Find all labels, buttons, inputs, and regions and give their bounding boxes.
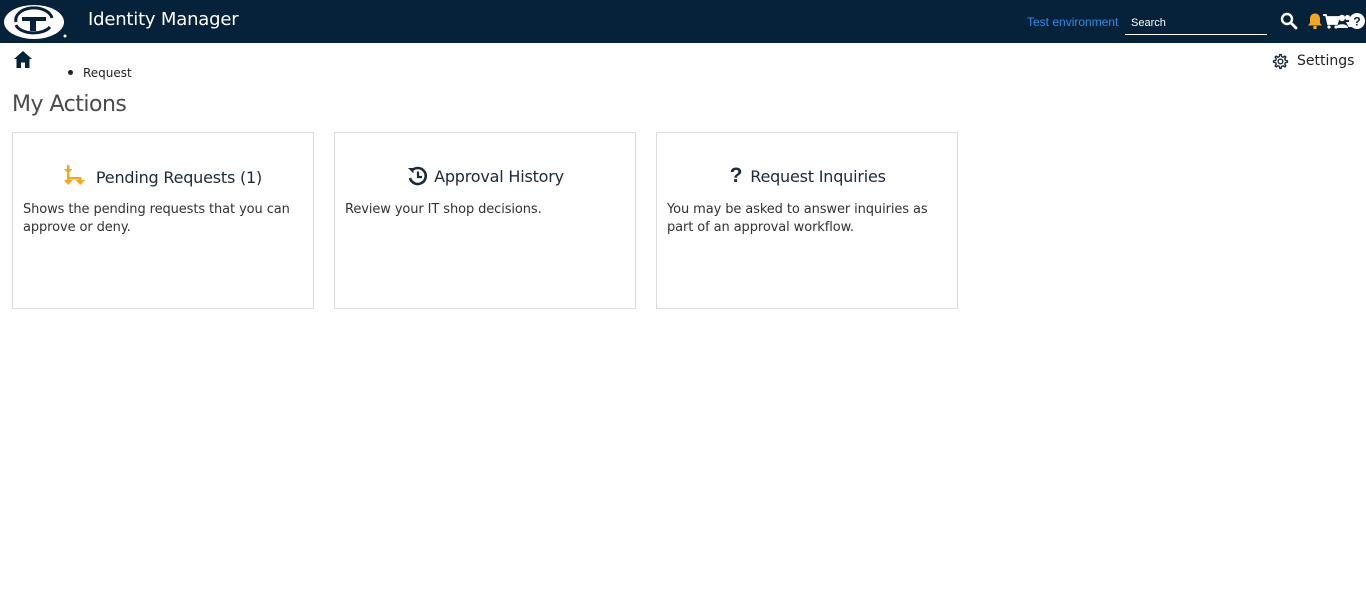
request-inquiries-card[interactable]: ? Request Inquiries You may be asked to … — [656, 132, 958, 309]
top-bar: Identity Manager Test environment ? — [0, 0, 1366, 43]
card-description: Review your IT shop decisions. — [345, 202, 542, 217]
card-title: Request Inquiries — [750, 166, 886, 186]
svg-text:?: ? — [730, 165, 743, 187]
home-icon[interactable] — [13, 50, 33, 69]
card-header: ? Request Inquiries — [657, 165, 957, 187]
environment-label: Test environment — [1027, 15, 1119, 29]
settings-button[interactable]: Settings — [1272, 51, 1354, 71]
pending-requests-card[interactable]: Pending Requests (1) Shows the pending r… — [12, 132, 314, 309]
breadcrumb-item-request[interactable]: Request — [83, 66, 132, 80]
card-title: Approval History — [434, 166, 564, 186]
pending-requests-icon — [63, 165, 85, 185]
question-icon: ? — [730, 165, 743, 187]
breadcrumb-bullet — [68, 70, 73, 75]
card-header: Approval History — [335, 165, 635, 187]
svg-text:?: ? — [1353, 15, 1360, 29]
breadcrumb: Request — [68, 66, 132, 80]
settings-label: Settings — [1297, 53, 1355, 69]
help-icon[interactable]: ? — [1348, 12, 1366, 30]
gear-icon — [1272, 53, 1289, 69]
card-description: You may be asked to answer inquiries as … — [667, 202, 928, 235]
card-description: Shows the pending requests that you can … — [23, 202, 290, 235]
logo-icon[interactable] — [2, 3, 68, 41]
card-title: Pending Requests (1) — [95, 167, 263, 187]
approval-history-card[interactable]: Approval History Review your IT shop dec… — [334, 132, 636, 309]
page-title: My Actions — [12, 92, 127, 117]
search-icon[interactable] — [1280, 12, 1298, 30]
search-input[interactable] — [1125, 11, 1267, 35]
history-icon — [408, 166, 428, 186]
card-header: Pending Requests (1) — [13, 165, 313, 189]
app-title: Identity Manager — [88, 9, 239, 30]
